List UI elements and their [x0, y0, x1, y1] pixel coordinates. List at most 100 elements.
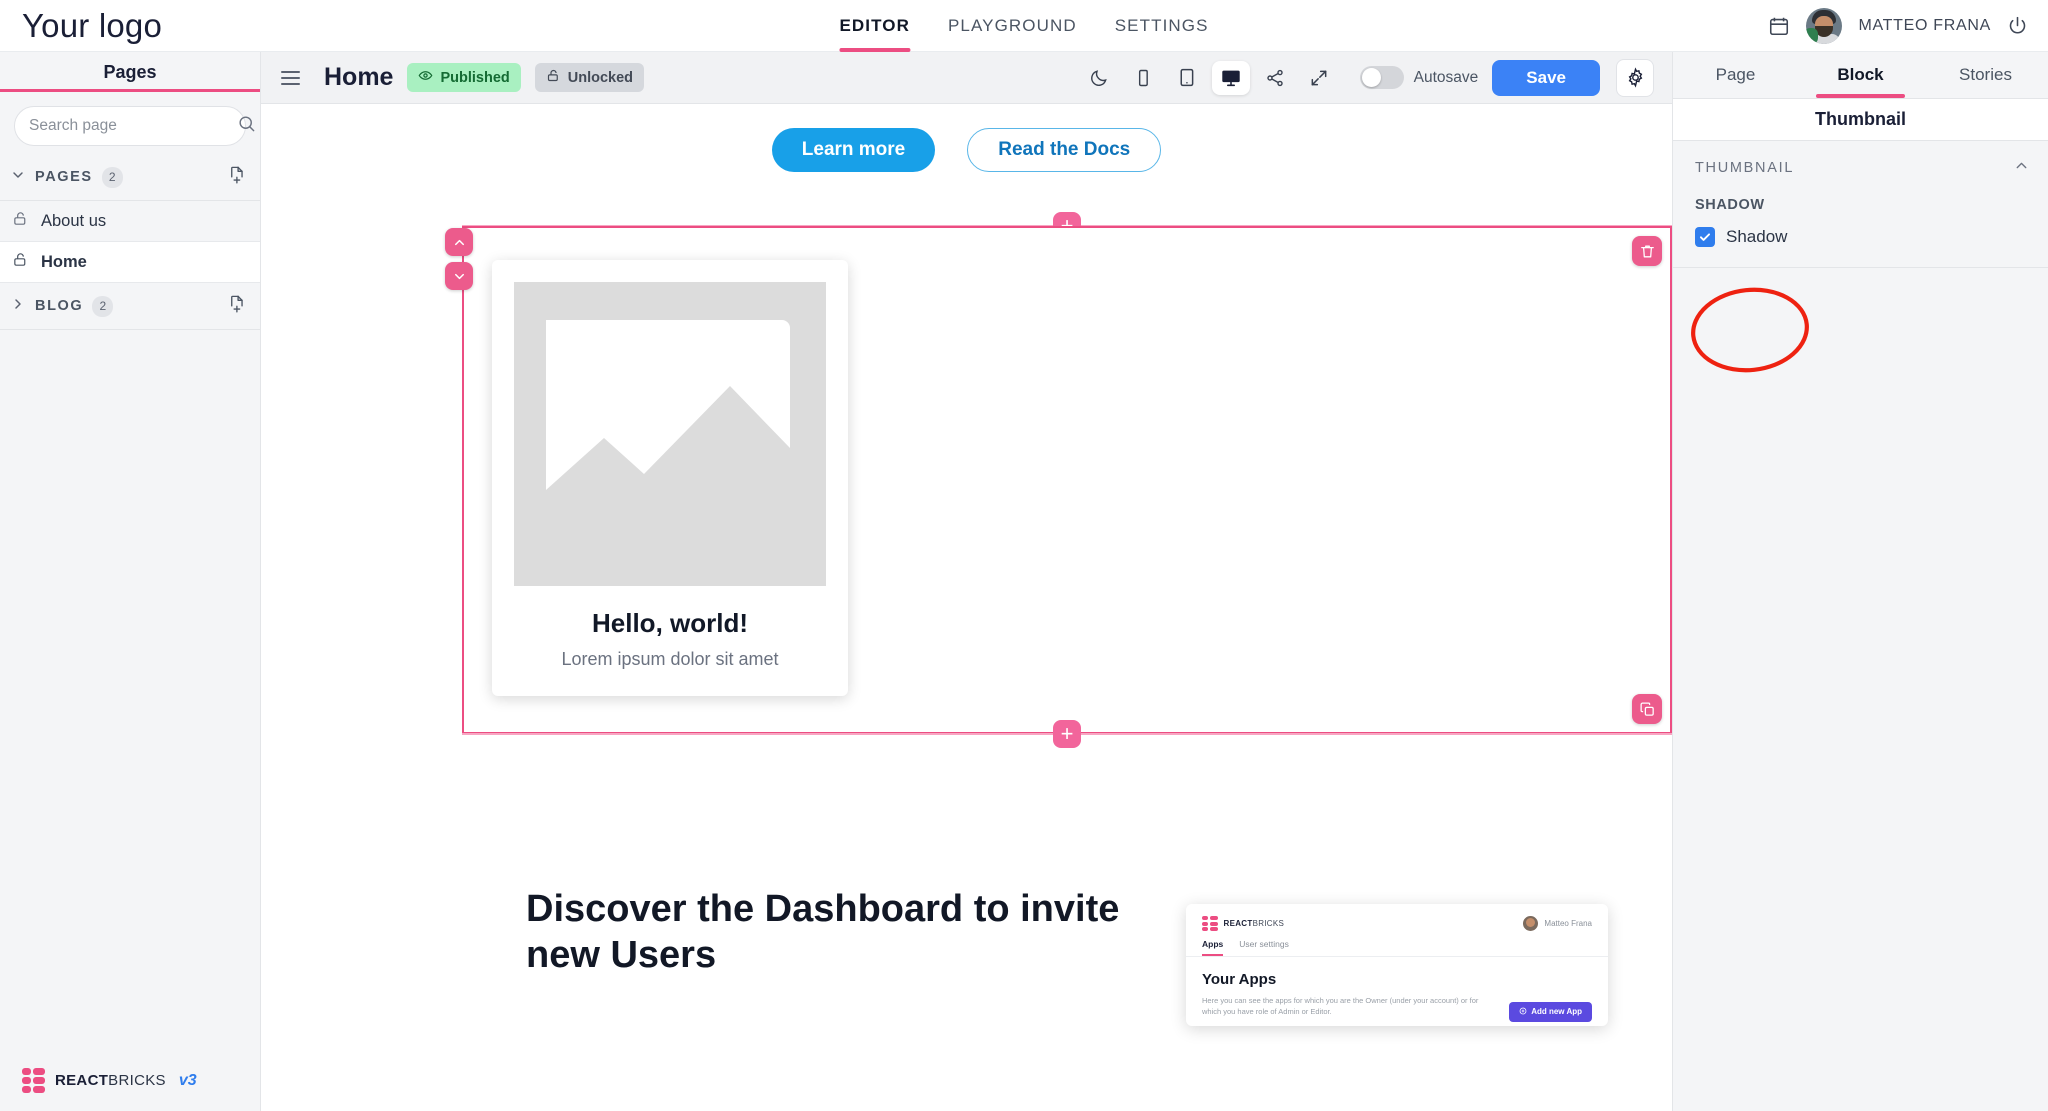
shadow-checkbox-row[interactable]: Shadow: [1695, 227, 2026, 247]
shadow-group-label: SHADOW: [1695, 197, 1765, 213]
dashboard-heading: Your Apps: [1202, 971, 1277, 988]
top-nav-tabs: EDITOR PLAYGROUND SETTINGS: [839, 0, 1208, 52]
tab-page[interactable]: Page: [1673, 52, 1798, 98]
search-box[interactable]: [14, 106, 255, 146]
pages-count-badge: 2: [101, 166, 123, 188]
tablet-view-icon[interactable]: [1168, 61, 1206, 95]
delete-block-button[interactable]: [1632, 236, 1662, 266]
chevron-up-icon[interactable]: [2013, 157, 2030, 179]
dashboard-add-app-button: Add new App: [1509, 1001, 1592, 1022]
footer-version: v3: [178, 1071, 197, 1089]
thumbnail-section-label: THUMBNAIL: [1695, 160, 1795, 176]
editor-column: Home Published Unlocked Autosave Save Le…: [261, 52, 1672, 1111]
avatar: [1523, 916, 1539, 931]
sidebar: Pages PAGES 2: [0, 52, 261, 1111]
menu-icon[interactable]: [277, 67, 304, 89]
read-the-docs-button[interactable]: Read the Docs: [967, 128, 1162, 172]
lock-badge-label: Unlocked: [567, 69, 634, 86]
dashboard-paragraph: Here you can see the apps for which you …: [1202, 996, 1479, 1017]
add-page-icon[interactable]: [227, 165, 246, 189]
chevron-right-icon: [10, 296, 26, 317]
move-block-up-button[interactable]: [445, 228, 473, 256]
chevron-down-icon: [10, 167, 26, 188]
dashboard-user: Matteo Frana: [1523, 916, 1592, 931]
avatar[interactable]: [1806, 7, 1843, 44]
tab-editor[interactable]: EDITOR: [839, 0, 910, 52]
dashboard-cta-label: Add new App: [1531, 1007, 1582, 1016]
block-move-buttons: [445, 228, 473, 290]
tab-settings[interactable]: SETTINGS: [1115, 0, 1209, 52]
eye-icon: [418, 68, 433, 87]
page-item-about-us[interactable]: About us: [0, 201, 260, 242]
reactbricks-mark-icon: [22, 1068, 45, 1093]
page-title: Home: [324, 63, 394, 91]
add-block-below-button[interactable]: +: [1053, 720, 1081, 748]
editor-toolbar: Home Published Unlocked Autosave Save: [261, 52, 1672, 104]
shadow-checkbox-label: Shadow: [1726, 227, 1788, 246]
share-icon[interactable]: [1256, 61, 1294, 95]
page-item-home[interactable]: Home: [0, 242, 260, 283]
dashboard-tabs: Apps User settings: [1186, 937, 1608, 957]
lock-badge-unlocked[interactable]: Unlocked: [534, 63, 645, 92]
sidebar-footer-logo: REACTBRICKS v3: [0, 1050, 260, 1111]
learn-more-button[interactable]: Learn more: [771, 128, 936, 172]
blog-count-badge: 2: [92, 295, 114, 317]
brand-logo: Your logo: [22, 6, 163, 44]
add-block-below-bar: +: [462, 720, 1672, 748]
gear-icon[interactable]: [1616, 58, 1654, 97]
dashboard-tab-apps: Apps: [1202, 939, 1224, 956]
tab-block[interactable]: Block: [1798, 52, 1923, 98]
search-input[interactable]: [29, 117, 229, 135]
thumbnail-card[interactable]: Hello, world! Lorem ipsum dolor sit amet: [492, 260, 848, 696]
body-row: Pages PAGES 2: [0, 52, 2048, 1111]
unlock-icon: [546, 68, 561, 87]
dashboard-screenshot: REACTBRICKS Matteo Frana Apps User setti…: [1186, 904, 1608, 1026]
shadow-group: SHADOW Shadow: [1673, 191, 2048, 265]
fullscreen-icon[interactable]: [1300, 61, 1338, 95]
card-subtitle: Lorem ipsum dolor sit amet: [561, 649, 779, 669]
add-page-icon[interactable]: [227, 294, 246, 318]
canvas: Learn more Read the Docs +: [261, 104, 1672, 1111]
sidebar-title: Pages: [0, 52, 260, 92]
dashboard-body: Your Apps Here you can see the apps for …: [1186, 957, 1608, 1026]
app-root: Your logo EDITOR PLAYGROUND SETTINGS MAT…: [0, 0, 2048, 1111]
tab-stories[interactable]: Stories: [1923, 52, 2048, 98]
dashboard-section-heading: Discover the Dashboard to invite new Use…: [526, 888, 1120, 977]
shadow-checkbox[interactable]: [1695, 227, 1715, 247]
desktop-view-icon[interactable]: [1211, 60, 1250, 95]
duplicate-block-button[interactable]: [1632, 694, 1662, 724]
status-badge-published: Published: [407, 63, 521, 92]
unlock-icon: [12, 210, 29, 232]
dashboard-tab-user-settings: User settings: [1239, 939, 1289, 949]
search-wrapper: [0, 92, 260, 154]
autosave-toggle[interactable]: [1359, 66, 1404, 89]
thumbnail-section-header[interactable]: THUMBNAIL: [1673, 141, 2048, 191]
unlock-icon: [12, 251, 29, 273]
plus-circle-icon: [1519, 1007, 1527, 1017]
power-icon[interactable]: [2007, 15, 2028, 36]
sidebar-section-label: PAGES: [35, 169, 93, 185]
card-title: Hello, world!: [592, 608, 748, 638]
selected-block[interactable]: Hello, world! Lorem ipsum dolor sit amet: [445, 226, 1672, 734]
right-panel-title: Thumbnail: [1673, 99, 2048, 141]
top-bar: Your logo EDITOR PLAYGROUND SETTINGS MAT…: [0, 0, 2048, 52]
sidebar-section-blog[interactable]: BLOG 2: [0, 283, 260, 330]
search-icon: [237, 114, 256, 138]
page-item-label: Home: [41, 252, 87, 271]
move-block-down-button[interactable]: [445, 262, 473, 290]
autosave-label: Autosave: [1413, 68, 1479, 86]
save-button[interactable]: Save: [1492, 59, 1600, 96]
dashboard-logo: REACTBRICKS: [1202, 916, 1284, 931]
right-panel: Page Block Stories Thumbnail THUMBNAIL S…: [1672, 52, 2048, 1111]
dashboard-section: Discover the Dashboard to invite new Use…: [462, 764, 1672, 1111]
dashboard-brand-name: REACTBRICKS: [1223, 919, 1285, 928]
autosave-toggle-row: Autosave: [1359, 66, 1479, 89]
reactbricks-mark-icon: [1202, 916, 1218, 931]
sidebar-section-pages[interactable]: PAGES 2: [0, 154, 260, 201]
dark-mode-icon[interactable]: [1080, 61, 1118, 95]
footer-brand-name: REACTBRICKS: [55, 1072, 166, 1089]
mobile-view-icon[interactable]: [1124, 61, 1162, 95]
calendar-icon[interactable]: [1768, 15, 1790, 37]
user-name: MATTEO FRANA: [1858, 16, 1991, 34]
tab-playground[interactable]: PLAYGROUND: [948, 0, 1077, 52]
